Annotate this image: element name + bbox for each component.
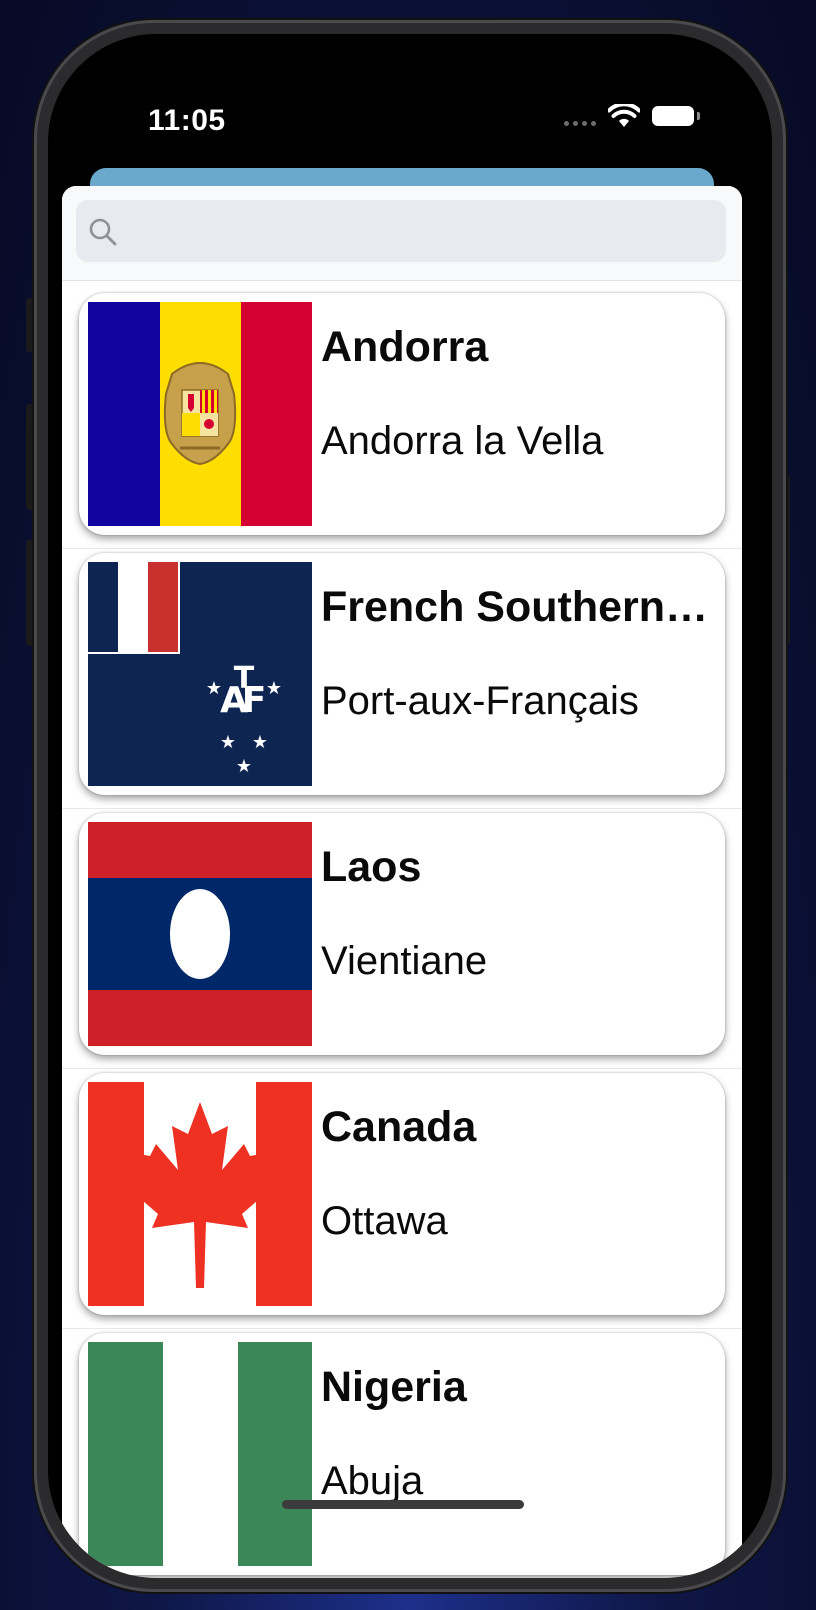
country-list-sheet: Andorra Andorra la Vella A T F ★ ★ ★ ★ ★…: [62, 186, 742, 1578]
svg-text:★: ★: [252, 732, 268, 753]
cellular-signal-icon: [564, 121, 596, 126]
country-row-laos[interactable]: Laos Vientiane: [62, 809, 742, 1069]
home-indicator[interactable]: [282, 1500, 524, 1509]
wifi-icon: [608, 104, 640, 127]
country-card[interactable]: Andorra Andorra la Vella: [79, 293, 725, 535]
country-name: Laos: [321, 843, 422, 891]
phone-frame: 11:05 Andorra Andorra la Vella A T F ★ ★…: [34, 20, 786, 1592]
capital-name: Abuja: [321, 1459, 424, 1503]
volume-up-button: [26, 404, 34, 510]
status-time: 11:05: [148, 104, 226, 137]
search-input[interactable]: [128, 200, 712, 264]
battery-icon: [652, 106, 700, 126]
capital-name: Andorra la Vella: [321, 419, 604, 463]
country-card[interactable]: Canada Ottawa: [79, 1073, 725, 1315]
country-row-french-southern[interactable]: A T F ★ ★ ★ ★ ★ French Southern a Port-a…: [62, 549, 742, 809]
search-bar: [62, 186, 742, 281]
svg-text:F: F: [242, 680, 267, 721]
search-icon: [89, 218, 117, 246]
country-card[interactable]: Nigeria Abuja: [79, 1333, 725, 1575]
silent-switch: [26, 298, 34, 352]
svg-text:★: ★: [206, 678, 222, 699]
capital-name: Ottawa: [321, 1199, 448, 1243]
country-row-nigeria[interactable]: Nigeria Abuja: [62, 1329, 742, 1578]
country-name: French Southern and Antarctic Lands: [321, 583, 711, 631]
svg-text:★: ★: [220, 732, 236, 753]
screen: 11:05 Andorra Andorra la Vella A T F ★ ★…: [48, 34, 772, 1578]
country-name: Andorra: [321, 323, 489, 371]
svg-text:★: ★: [236, 756, 252, 777]
capital-name: Vientiane: [321, 939, 488, 983]
country-row-andorra[interactable]: Andorra Andorra la Vella: [62, 289, 742, 549]
search-field[interactable]: [76, 200, 726, 264]
nigeria-flag: [88, 1342, 312, 1566]
country-card[interactable]: Laos Vientiane: [79, 813, 725, 1055]
svg-text:★: ★: [266, 678, 282, 699]
canada-flag: [88, 1082, 312, 1306]
country-list: Andorra Andorra la Vella A T F ★ ★ ★ ★ ★…: [62, 289, 742, 1578]
country-card[interactable]: A T F ★ ★ ★ ★ ★ French Southern a Port-a…: [79, 553, 725, 795]
volume-down-button: [26, 540, 34, 646]
andorra-flag: [88, 302, 312, 526]
laos-flag: [88, 822, 312, 1046]
capital-name: Port-aux-Français: [321, 679, 639, 723]
country-name: Nigeria: [321, 1363, 467, 1411]
country-row-canada[interactable]: Canada Ottawa: [62, 1069, 742, 1329]
country-name: Canada: [321, 1103, 477, 1151]
french-southern-territories-flag: A T F ★ ★ ★ ★ ★: [88, 562, 312, 786]
